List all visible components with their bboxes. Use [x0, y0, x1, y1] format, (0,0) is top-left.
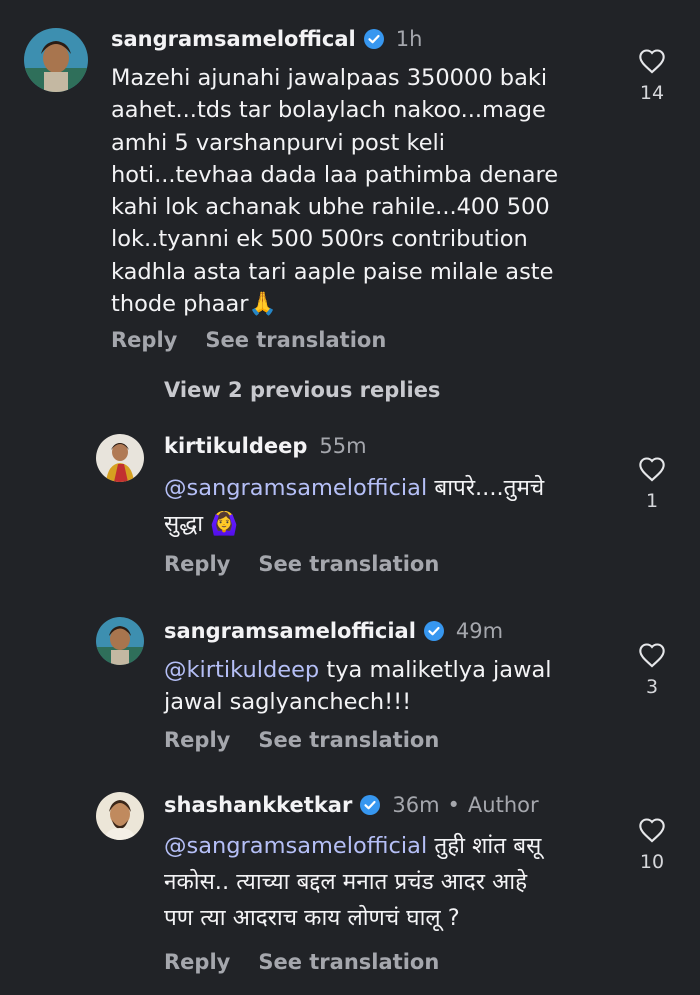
heart-outline-icon: [639, 457, 665, 482]
comment-line-text: तुही शांत बसू: [427, 833, 542, 859]
heart-outline-icon: [639, 49, 665, 74]
comment-line: lok..tyanni ek 500 500rs contribution: [111, 226, 528, 253]
comment-line: @kirtikuldeep tya maliketlya jawal: [164, 654, 552, 686]
like-count: 3: [645, 676, 659, 698]
comment-line: amhi 5 varshanpurvi post keli: [111, 129, 446, 156]
comment-line: @sangramsamelofficial बापरे....तुमचे: [164, 470, 544, 506]
like-button[interactable]: 1: [632, 456, 672, 512]
verified-badge-icon: [423, 621, 444, 641]
reply-button[interactable]: Reply: [164, 950, 230, 974]
see-translation-button[interactable]: See translation: [205, 328, 386, 352]
timestamp: 1h: [395, 27, 423, 51]
comment-line: thode phaar🙏: [111, 291, 277, 318]
username[interactable]: sangramsameloffical: [111, 27, 356, 51]
timestamp: 36m: [392, 793, 440, 817]
see-translation-button[interactable]: See translation: [258, 950, 439, 974]
avatar-image: [96, 434, 144, 482]
verified-badge-icon: [360, 795, 381, 815]
see-translation-button[interactable]: See translation: [258, 552, 439, 576]
like-count: 10: [639, 851, 665, 873]
view-previous-replies-button[interactable]: View 2 previous replies: [164, 378, 440, 402]
like-button[interactable]: 10: [632, 817, 672, 873]
like-button[interactable]: 14: [632, 48, 672, 104]
like-count: 1: [645, 490, 659, 512]
comment-line-text: tya maliketlya jawal: [319, 657, 552, 683]
comment-line-text: बापरे....तुमचे: [427, 475, 545, 501]
see-translation-button[interactable]: See translation: [258, 728, 439, 752]
heart-outline-icon: [639, 818, 665, 843]
reply-button[interactable]: Reply: [164, 728, 230, 752]
comment-text: Mazehi ajunahi jawalpaas 350000 baki aah…: [111, 62, 558, 320]
comment-line: नकोस.. त्याच्या बद्दल मनात प्रचंड आदर आह…: [164, 869, 528, 895]
avatar[interactable]: [96, 617, 144, 665]
mention-link[interactable]: @sangramsamelofficial: [164, 833, 427, 859]
comment-line: aahet...tds tar bolaylach nakoo...mage: [111, 97, 546, 124]
reply-button[interactable]: Reply: [164, 552, 230, 576]
avatar[interactable]: [96, 434, 144, 482]
author-label: Author: [467, 793, 539, 817]
avatar-image: [96, 617, 144, 665]
separator-dot: •: [447, 793, 460, 817]
comment-line: पण त्या आदराच काय लोणचं घालू ?: [164, 905, 460, 931]
comment-text: @sangramsamelofficial तुही शांत बसू नकोस…: [164, 828, 541, 936]
mention-link[interactable]: @kirtikuldeep: [164, 657, 319, 683]
mention-link[interactable]: @sangramsamelofficial: [164, 475, 427, 501]
avatar[interactable]: [24, 28, 88, 92]
comment-text: @kirtikuldeep tya maliketlya jawal jawal…: [164, 654, 552, 718]
username[interactable]: sangramsamelofficial: [164, 619, 416, 643]
comment-line: सुद्धा 🙆‍♀️: [164, 511, 239, 537]
like-button[interactable]: 3: [632, 642, 672, 698]
timestamp: 49m: [455, 619, 504, 643]
comment-line: kadhla asta tari aaple paise milale aste: [111, 258, 554, 285]
comment-line: Mazehi ajunahi jawalpaas 350000 baki: [111, 65, 548, 91]
username[interactable]: kirtikuldeep: [164, 434, 307, 458]
timestamp: 55m: [319, 434, 367, 458]
avatar[interactable]: [96, 792, 144, 840]
reply-button[interactable]: Reply: [111, 328, 177, 352]
comment-line: kahi lok achanak ubhe rahile...400 500: [111, 194, 550, 221]
comment-line: jawal saglyanchech!!!: [164, 689, 412, 715]
heart-outline-icon: [639, 643, 665, 668]
comment-text: @sangramsamelofficial बापरे....तुमचे सुद…: [164, 470, 544, 542]
comment-line: @sangramsamelofficial तुही शांत बसू: [164, 828, 541, 864]
avatar-image: [96, 792, 144, 840]
verified-badge-icon: [363, 29, 384, 49]
like-count: 14: [639, 82, 665, 104]
avatar-image: [24, 28, 88, 92]
username[interactable]: shashankketkar: [164, 793, 352, 817]
comment-line: hoti...tevhaa dada laa pathimba denare: [111, 161, 559, 188]
